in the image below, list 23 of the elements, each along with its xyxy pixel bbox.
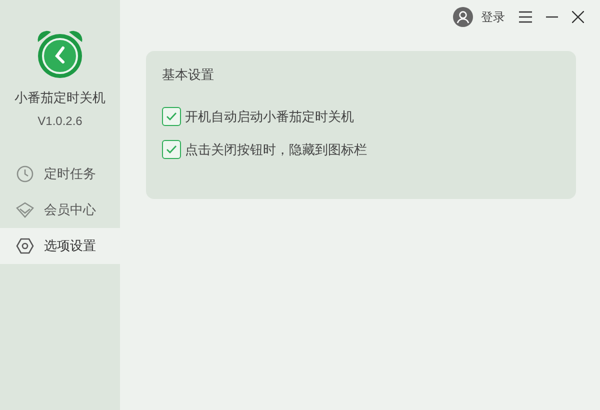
menu-icon[interactable] [519, 11, 532, 23]
login-link[interactable]: 登录 [481, 8, 505, 26]
user-avatar-icon[interactable] [453, 7, 473, 27]
sidebar-item-label: 会员中心 [44, 200, 96, 219]
sidebar-item[interactable]: 会员中心 [0, 192, 120, 228]
checkbox-label: 点击关闭按钮时，隐藏到图标栏 [185, 141, 367, 159]
close-icon[interactable] [572, 11, 584, 23]
clock-icon [16, 164, 34, 182]
checkbox-label: 开机自动启动小番茄定时关机 [185, 108, 354, 126]
check-icon [166, 145, 177, 154]
sidebar-item[interactable]: 定时任务 [0, 156, 120, 192]
sidebar-item[interactable]: 选项设置 [0, 228, 120, 264]
diamond-icon [16, 202, 34, 218]
checkbox[interactable] [162, 106, 181, 126]
check-icon [166, 112, 177, 121]
checkbox[interactable] [162, 140, 181, 160]
app-name: 小番茄定时关机 [14, 89, 106, 107]
sidebar-item-label: 选项设置 [44, 236, 96, 255]
card-title: 基本设置 [162, 66, 215, 84]
sidebar-item-label: 定时任务 [44, 164, 96, 183]
minimize-icon[interactable] [546, 16, 558, 18]
settings-icon [16, 236, 34, 254]
app-version: V1.0.2.6 [38, 112, 82, 130]
